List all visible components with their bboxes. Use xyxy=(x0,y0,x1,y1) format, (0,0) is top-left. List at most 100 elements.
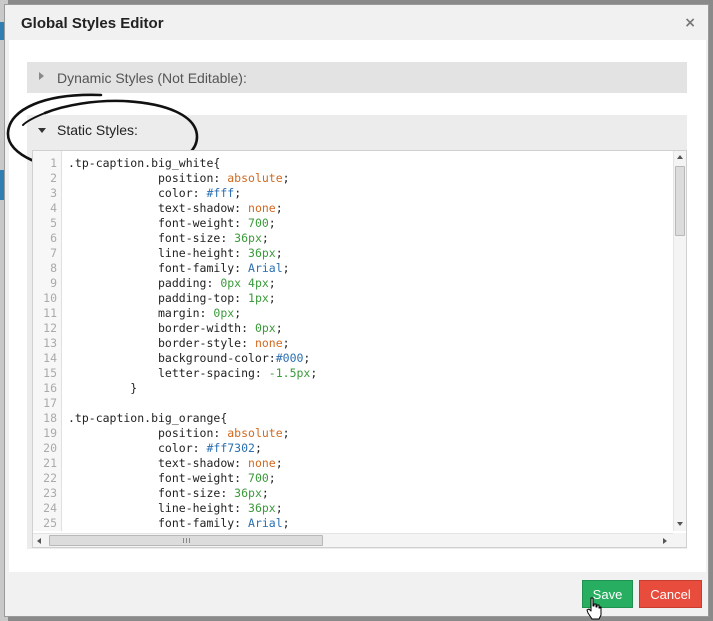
code-line[interactable]: 2 position: absolute; xyxy=(33,171,673,186)
line-number: 10 xyxy=(43,291,57,305)
code-token: font-weight: xyxy=(68,471,249,485)
code-line[interactable]: 24 line-height: 36px; xyxy=(33,501,673,516)
code-token: text-shadow: xyxy=(68,201,249,215)
code-token: letter-spacing: xyxy=(68,366,269,380)
code-token: ; xyxy=(268,471,276,485)
static-styles-label[interactable]: Static Styles: xyxy=(57,122,138,138)
scroll-grip-line xyxy=(183,538,184,543)
code-token: position: xyxy=(68,426,228,440)
code-text: } xyxy=(68,381,137,396)
code-line[interactable]: 3 color: #fff; xyxy=(33,186,673,201)
code-line[interactable]: 4 text-shadow: none; xyxy=(33,201,673,216)
line-number: 21 xyxy=(43,456,57,470)
code-token: ; xyxy=(275,456,283,470)
code-text: letter-spacing: -1.5px; xyxy=(68,366,317,381)
code-area[interactable]: 1 .tp-caption.big_white{2 position: absol… xyxy=(33,156,673,531)
code-line[interactable]: 1 .tp-caption.big_white{ xyxy=(33,156,673,171)
scroll-up-icon[interactable] xyxy=(677,155,683,159)
scroll-down-icon[interactable] xyxy=(677,522,683,526)
code-line[interactable]: 22 font-weight: 700; xyxy=(33,471,673,486)
code-text: position: absolute; xyxy=(68,171,290,186)
code-token: #fff xyxy=(206,186,235,200)
css-code-editor[interactable]: 1 .tp-caption.big_white{2 position: absol… xyxy=(32,150,687,548)
code-text: color: #ff7302; xyxy=(68,441,262,456)
code-token: ; xyxy=(303,351,311,365)
code-text: padding-top: 1px; xyxy=(68,291,276,306)
line-number: 19 xyxy=(43,426,57,440)
line-number: 24 xyxy=(43,501,57,515)
code-text: border-style: none; xyxy=(68,336,290,351)
code-line[interactable]: 6 font-size: 36px; xyxy=(33,231,673,246)
scroll-left-icon[interactable] xyxy=(37,538,41,544)
code-line[interactable]: 23 font-size: 36px; xyxy=(33,486,673,501)
chevron-down-icon[interactable] xyxy=(38,128,46,133)
code-text: text-shadow: none; xyxy=(68,201,283,216)
code-line[interactable]: 21 text-shadow: none; xyxy=(33,456,673,471)
code-text: .tp-caption.big_orange{ xyxy=(68,411,227,426)
code-token: } xyxy=(68,381,138,395)
line-number: 4 xyxy=(50,201,57,215)
code-line[interactable]: 19 position: absolute; xyxy=(33,426,673,441)
code-token: ; xyxy=(268,276,276,290)
dialog-title: Global Styles Editor xyxy=(21,15,164,32)
scroll-right-icon[interactable] xyxy=(663,538,667,544)
code-token: padding: xyxy=(68,276,221,290)
line-number: 7 xyxy=(50,246,57,260)
line-number: 3 xyxy=(50,186,57,200)
line-number: 14 xyxy=(43,351,57,365)
code-token: ; xyxy=(310,366,318,380)
code-line[interactable]: 12 border-width: 0px; xyxy=(33,321,673,336)
code-token: 36px xyxy=(234,231,262,245)
line-number: 2 xyxy=(50,171,57,185)
line-number: 17 xyxy=(43,396,57,410)
code-token: Arial xyxy=(248,516,283,530)
code-line[interactable]: 13 border-style: none; xyxy=(33,336,673,351)
code-line[interactable]: 14 background-color:#000; xyxy=(33,351,673,366)
code-token: ; xyxy=(254,441,262,455)
cancel-button[interactable]: Cancel xyxy=(639,580,702,608)
dynamic-styles-section[interactable]: Dynamic Styles (Not Editable): xyxy=(27,62,687,93)
code-line[interactable]: 16 } xyxy=(33,381,673,396)
line-number: 25 xyxy=(43,516,57,530)
code-line[interactable]: 7 line-height: 36px; xyxy=(33,246,673,261)
code-token: ; xyxy=(268,216,276,230)
line-number: 6 xyxy=(50,231,57,245)
code-token: ; xyxy=(261,486,269,500)
close-icon[interactable]: × xyxy=(684,15,696,31)
code-line[interactable]: 9 padding: 0px 4px; xyxy=(33,276,673,291)
vertical-scrollbar[interactable] xyxy=(673,151,686,531)
code-line[interactable]: 25 font-family: Arial; xyxy=(33,516,673,531)
code-line[interactable]: 5 font-weight: 700; xyxy=(33,216,673,231)
code-token: ; xyxy=(234,186,242,200)
code-token: 0px 4px xyxy=(220,276,269,290)
code-line[interactable]: 11 margin: 0px; xyxy=(33,306,673,321)
line-number: 12 xyxy=(43,321,57,335)
dynamic-styles-label: Dynamic Styles (Not Editable): xyxy=(57,70,247,86)
horizontal-scrollbar[interactable] xyxy=(33,533,673,547)
code-token: 36px xyxy=(248,501,276,515)
code-text: font-weight: 700; xyxy=(68,471,276,486)
save-button[interactable]: Save xyxy=(582,580,633,608)
code-token: 700 xyxy=(248,216,269,230)
chevron-right-icon xyxy=(39,72,44,80)
code-token: ; xyxy=(268,291,276,305)
code-line[interactable]: 15 letter-spacing: -1.5px; xyxy=(33,366,673,381)
code-line[interactable]: 18 .tp-caption.big_orange{ xyxy=(33,411,673,426)
code-token: 0px xyxy=(213,306,235,320)
code-text: margin: 0px; xyxy=(68,306,241,321)
vertical-scroll-thumb[interactable] xyxy=(675,166,685,236)
horizontal-scroll-thumb[interactable] xyxy=(49,535,323,546)
code-text: font-size: 36px; xyxy=(68,486,269,501)
code-line[interactable]: 8 font-family: Arial; xyxy=(33,261,673,276)
code-token: ; xyxy=(275,246,283,260)
code-token: font-size: xyxy=(68,486,235,500)
line-number: 11 xyxy=(43,306,57,320)
code-text: font-family: Arial; xyxy=(68,516,290,531)
code-line[interactable]: 20 color: #ff7302; xyxy=(33,441,673,456)
code-text: font-size: 36px; xyxy=(68,231,269,246)
line-number: 8 xyxy=(50,261,57,275)
code-line[interactable]: 17 xyxy=(33,396,673,411)
code-line[interactable]: 10 padding-top: 1px; xyxy=(33,291,673,306)
line-number: 9 xyxy=(50,276,57,290)
code-token: font-family: xyxy=(68,516,249,530)
